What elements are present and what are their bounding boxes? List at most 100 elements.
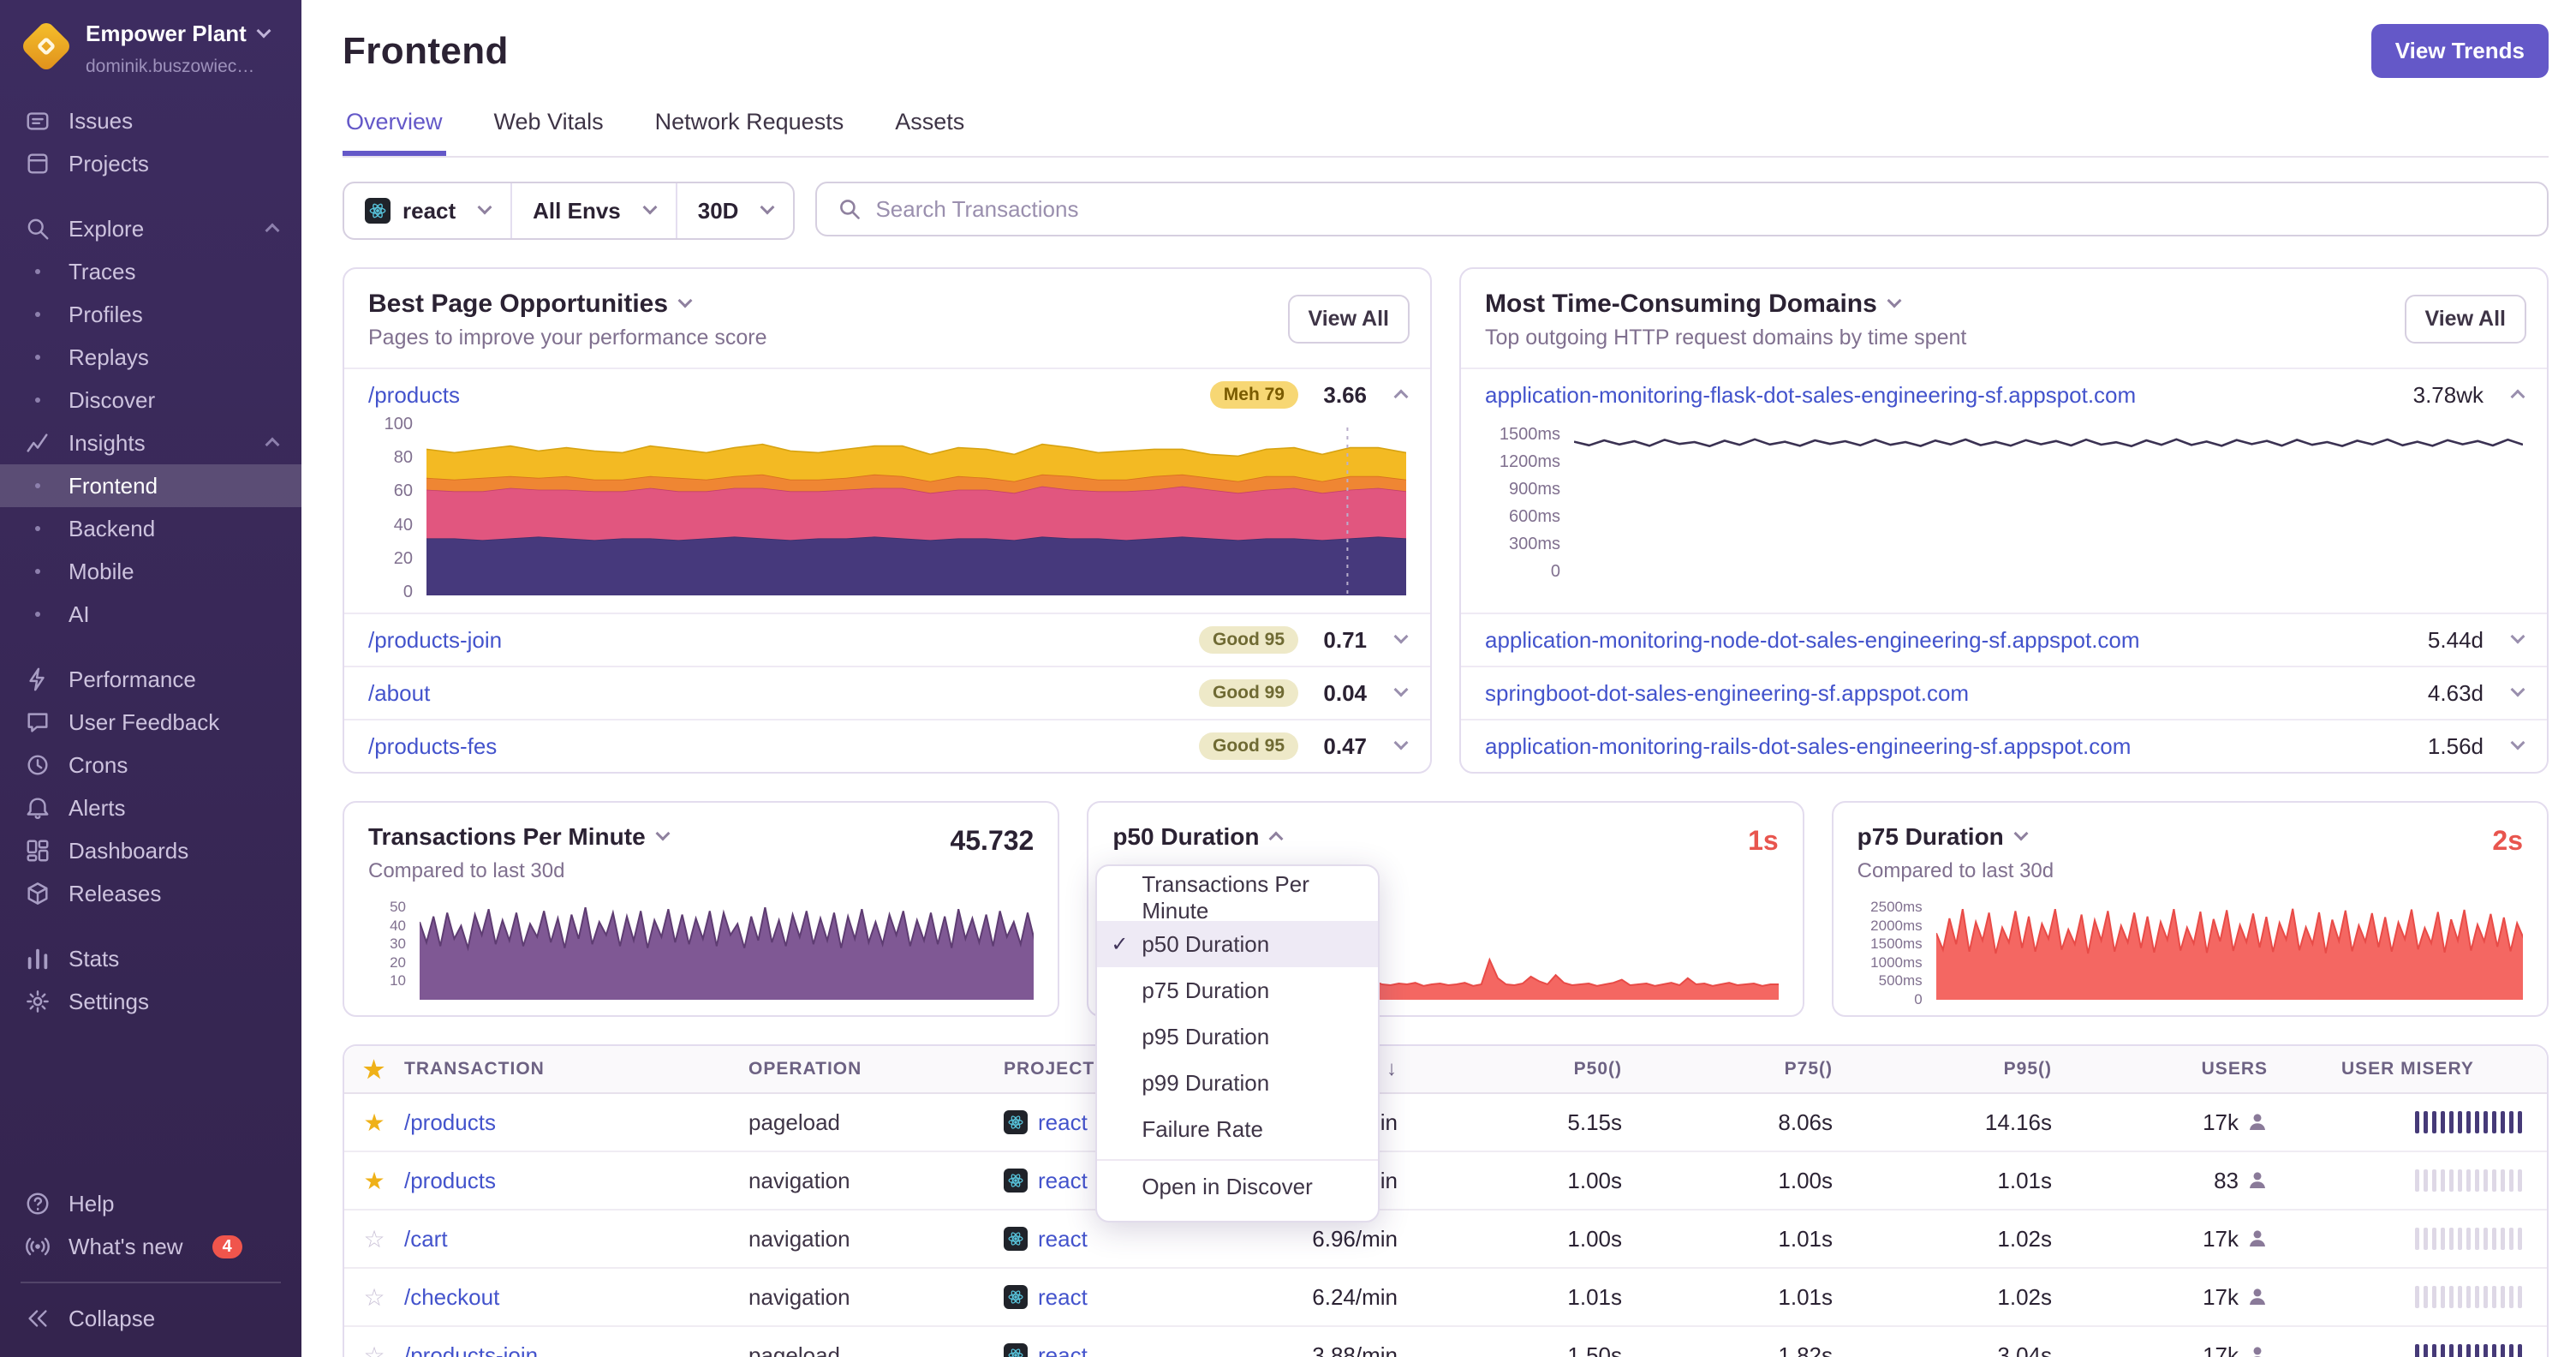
misery-bar: [2440, 1111, 2446, 1133]
metric-selector[interactable]: p75 Duration: [1857, 823, 2523, 851]
domain-link[interactable]: springboot-dot-sales-engineering-sf.apps…: [1485, 680, 1969, 707]
chevron-up-icon[interactable]: [1393, 389, 1409, 404]
sidebar-item-performance[interactable]: Performance: [0, 658, 301, 701]
sidebar-item-projects[interactable]: Projects: [0, 142, 301, 185]
column-header-p75-[interactable]: P75(): [1639, 1059, 1850, 1079]
page-link[interactable]: /products: [368, 382, 460, 409]
project-link[interactable]: react: [1038, 1342, 1088, 1357]
sidebar-item-help[interactable]: Help: [0, 1182, 301, 1225]
star-empty-icon[interactable]: ☆: [344, 1342, 404, 1357]
chevron-down-icon[interactable]: [2510, 735, 2525, 750]
transaction-link[interactable]: /products: [404, 1109, 496, 1135]
sidebar-item-collapse[interactable]: Collapse: [0, 1297, 301, 1340]
sidebar-item-insights[interactable]: Insights: [0, 421, 301, 464]
misery-bar: [2457, 1344, 2463, 1357]
page-link[interactable]: /products-fes: [368, 733, 497, 760]
sidebar-item-stats[interactable]: Stats: [0, 937, 301, 980]
sidebar-item-label: AI: [69, 601, 90, 627]
user-icon: [2247, 1170, 2268, 1191]
sidebar-item-replays[interactable]: Replays: [0, 336, 301, 379]
chevron-down-icon[interactable]: [1393, 629, 1409, 644]
project-cell: react: [1004, 1342, 1235, 1357]
menu-item-p95-duration[interactable]: p95 Duration: [1097, 1013, 1378, 1060]
row-metrics: Good 95 0.47: [1198, 732, 1409, 760]
sidebar-item-ai[interactable]: AI: [0, 593, 301, 636]
sidebar-item-explore[interactable]: Explore: [0, 207, 301, 250]
tab-network-requests[interactable]: Network Requests: [652, 95, 848, 156]
sidebar-item-alerts[interactable]: Alerts: [0, 786, 301, 829]
menu-item-open-in-discover[interactable]: Open in Discover: [1097, 1159, 1379, 1212]
view-all-pages-button[interactable]: View All: [1287, 295, 1410, 344]
search-input[interactable]: [875, 195, 2526, 223]
project-link[interactable]: react: [1038, 1284, 1088, 1311]
transaction-link[interactable]: /cart: [404, 1226, 448, 1252]
date-range-filter[interactable]: 30D: [675, 183, 794, 238]
transaction-link[interactable]: /products-join: [404, 1342, 538, 1357]
column-header-transaction[interactable]: TRANSACTION: [404, 1059, 748, 1079]
domain-link[interactable]: application-monitoring-flask-dot-sales-e…: [1485, 382, 2136, 409]
menu-item-p50-duration[interactable]: ✓ p50 Duration: [1097, 921, 1379, 967]
project-filter-label: react: [402, 197, 456, 224]
axis-tick: 2500ms: [1870, 899, 1923, 915]
domain-link[interactable]: application-monitoring-rails-dot-sales-e…: [1485, 733, 2131, 760]
menu-item-p99-duration[interactable]: p99 Duration: [1097, 1060, 1378, 1106]
tab-overview[interactable]: Overview: [343, 95, 446, 156]
sidebar-item-backend[interactable]: Backend: [0, 507, 301, 550]
sidebar-item-issues[interactable]: Issues: [0, 99, 301, 142]
sidebar-item-releases[interactable]: Releases: [0, 872, 301, 915]
misery-bar: [2423, 1344, 2429, 1357]
chevron-down-icon[interactable]: [1393, 735, 1409, 750]
star-empty-icon[interactable]: ☆: [344, 1225, 404, 1253]
sidebar-item-profiles[interactable]: Profiles: [0, 293, 301, 336]
transaction-link[interactable]: /products: [404, 1168, 496, 1193]
user-icon: [2247, 1345, 2268, 1357]
column-header-user-misery[interactable]: USER MISERY: [2285, 1059, 2547, 1079]
sidebar-item-settings[interactable]: Settings: [0, 980, 301, 1023]
star-filled-icon[interactable]: ★: [344, 1109, 404, 1137]
view-all-domains-button[interactable]: View All: [2404, 295, 2526, 344]
menu-item-transactions-per-minute[interactable]: Transactions Per Minute: [1097, 871, 1378, 924]
sidebar-item-dashboards[interactable]: Dashboards: [0, 829, 301, 872]
chevron-down-icon[interactable]: [1393, 682, 1409, 697]
sidebar-item-what-s-new[interactable]: What's new 4: [0, 1225, 301, 1268]
sidebar-item-user-feedback[interactable]: User Feedback: [0, 701, 301, 744]
project-link[interactable]: react: [1038, 1168, 1088, 1194]
project-filter[interactable]: react: [344, 183, 510, 238]
p75-cell: 1.82s: [1778, 1342, 1833, 1357]
tab-assets[interactable]: Assets: [891, 95, 968, 156]
sidebar-item-discover[interactable]: Discover: [0, 379, 301, 421]
search-transactions[interactable]: [815, 182, 2549, 236]
chevron-down-icon[interactable]: [2510, 629, 2525, 644]
chevron-up-icon[interactable]: [2510, 389, 2525, 404]
page-link[interactable]: /products-join: [368, 627, 502, 654]
menu-item-failure-rate[interactable]: Failure Rate: [1097, 1106, 1378, 1152]
column-header-p50-[interactable]: P50(): [1415, 1059, 1639, 1079]
star-empty-icon[interactable]: ☆: [344, 1283, 404, 1312]
chevron-down-icon[interactable]: [2510, 682, 2525, 697]
metric-selector[interactable]: p50 Duration: [1112, 823, 1778, 851]
page-link[interactable]: /about: [368, 680, 430, 707]
environment-filter[interactable]: All Envs: [510, 183, 676, 238]
transaction-link[interactable]: /checkout: [404, 1284, 499, 1310]
menu-item-p75-duration[interactable]: p75 Duration: [1097, 967, 1378, 1013]
page-opportunity-row: /products Meh 79 3.66 100 80 60 40 20 0: [344, 368, 1430, 613]
sidebar-item-crons[interactable]: Crons: [0, 744, 301, 786]
metric-selector[interactable]: Transactions Per Minute: [368, 823, 1034, 851]
insights-icon: [24, 429, 51, 457]
tab-web-vitals[interactable]: Web Vitals: [491, 95, 607, 156]
star-filled-icon[interactable]: ★: [344, 1167, 404, 1195]
project-link[interactable]: react: [1038, 1226, 1088, 1252]
column-header-p95-[interactable]: P95(): [1850, 1059, 2069, 1079]
axis-tick: 10: [390, 972, 406, 989]
column-header-operation[interactable]: OPERATION: [748, 1059, 1004, 1079]
view-trends-button[interactable]: View Trends: [2370, 24, 2549, 78]
column-header-users[interactable]: USERS: [2069, 1059, 2285, 1079]
sidebar-item-mobile[interactable]: Mobile: [0, 550, 301, 593]
axis-tick: 20: [390, 953, 406, 971]
domain-link[interactable]: application-monitoring-node-dot-sales-en…: [1485, 627, 2140, 654]
sidebar-item-frontend[interactable]: Frontend: [0, 464, 301, 507]
org-switcher[interactable]: Empower Plant dominik.buszowiec…: [0, 0, 301, 99]
sidebar-item-traces[interactable]: Traces: [0, 250, 301, 293]
project-link[interactable]: react: [1038, 1109, 1088, 1136]
menu-item-label: p75 Duration: [1142, 977, 1270, 1003]
